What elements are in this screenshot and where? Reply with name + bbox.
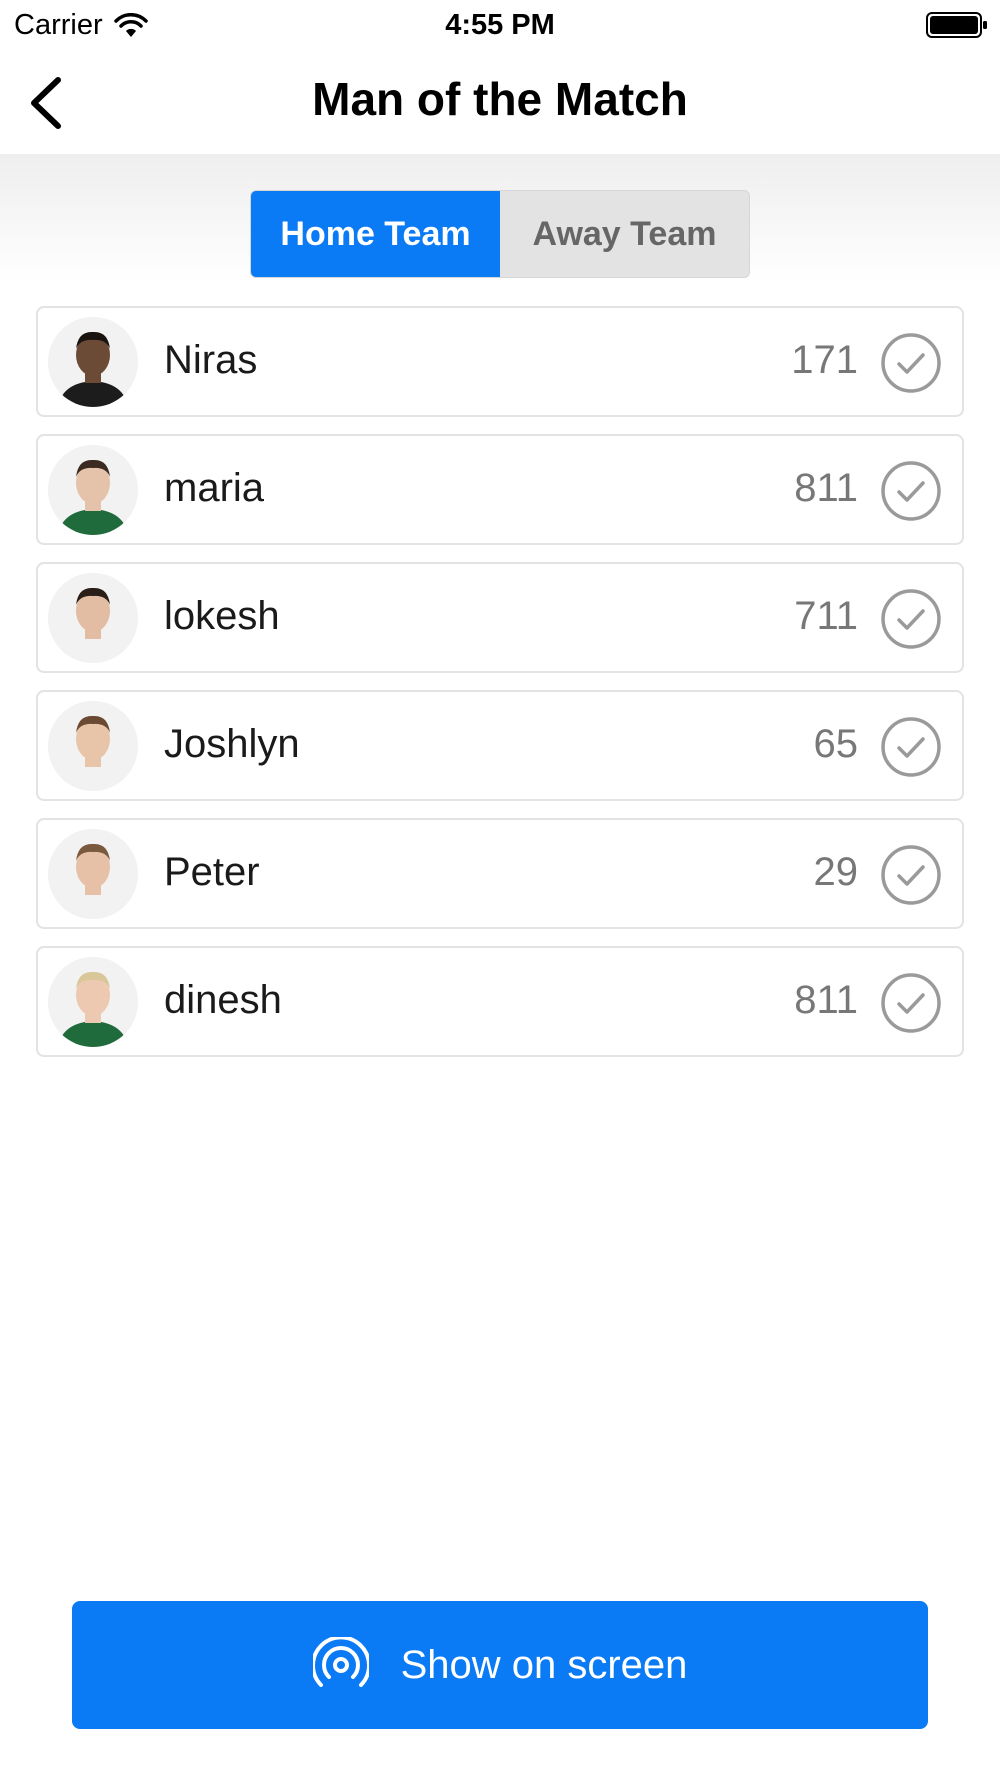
vote-count: 171: [791, 338, 858, 382]
player-name: dinesh: [164, 978, 282, 1022]
player-name: maria: [164, 466, 265, 510]
list-item[interactable]: Joshlyn 65: [36, 690, 964, 801]
avatar: [48, 701, 138, 791]
team-segmented-control: Home Team Away Team: [250, 190, 750, 278]
check-circle-icon[interactable]: [880, 588, 942, 650]
segment-header: Home Team Away Team: [0, 154, 1000, 284]
tab-home-team[interactable]: Home Team: [251, 191, 500, 277]
check-circle-icon[interactable]: [880, 844, 942, 906]
avatar: [48, 445, 138, 535]
status-bar: Carrier 4:55 PM: [0, 0, 1000, 50]
check-circle-icon[interactable]: [880, 972, 942, 1034]
page-title: Man of the Match: [312, 73, 688, 125]
avatar: [48, 957, 138, 1047]
battery-icon: [926, 12, 987, 38]
vote-count: 65: [813, 722, 859, 766]
check-circle-icon[interactable]: [880, 716, 942, 778]
vote-count: 811: [794, 978, 858, 1022]
tab-away-team[interactable]: Away Team: [500, 191, 749, 277]
vote-count: 29: [813, 850, 859, 894]
list-item[interactable]: lokesh 711: [36, 562, 964, 673]
status-time: 4:55 PM: [445, 9, 555, 41]
list-item[interactable]: dinesh 811: [36, 946, 964, 1057]
list-item[interactable]: Peter 29: [36, 818, 964, 929]
vote-count: 811: [794, 466, 858, 510]
check-circle-icon[interactable]: [880, 460, 942, 522]
avatar: [48, 829, 138, 919]
player-list: Niras 171 maria 811 lokesh 711 Joshlyn 65 Peter 2…: [36, 306, 964, 1074]
show-on-screen-label: Show on screen: [400, 1642, 688, 1687]
list-item[interactable]: Niras 171: [36, 306, 964, 417]
player-name: Niras: [164, 338, 258, 382]
avatar: [48, 317, 138, 407]
list-item[interactable]: maria 811: [36, 434, 964, 545]
player-name: Joshlyn: [164, 722, 300, 766]
player-name: Peter: [164, 850, 260, 894]
check-circle-icon[interactable]: [880, 332, 942, 394]
broadcast-icon: [312, 1637, 369, 1687]
avatar: [48, 573, 138, 663]
nav-bar: Man of the Match: [0, 50, 1000, 154]
vote-count: 711: [794, 594, 858, 638]
show-on-screen-button[interactable]: Show on screen: [72, 1601, 928, 1729]
screen: Carrier 4:55 PM Man of the Match Home Te…: [0, 0, 1000, 1778]
player-name: lokesh: [164, 594, 280, 638]
